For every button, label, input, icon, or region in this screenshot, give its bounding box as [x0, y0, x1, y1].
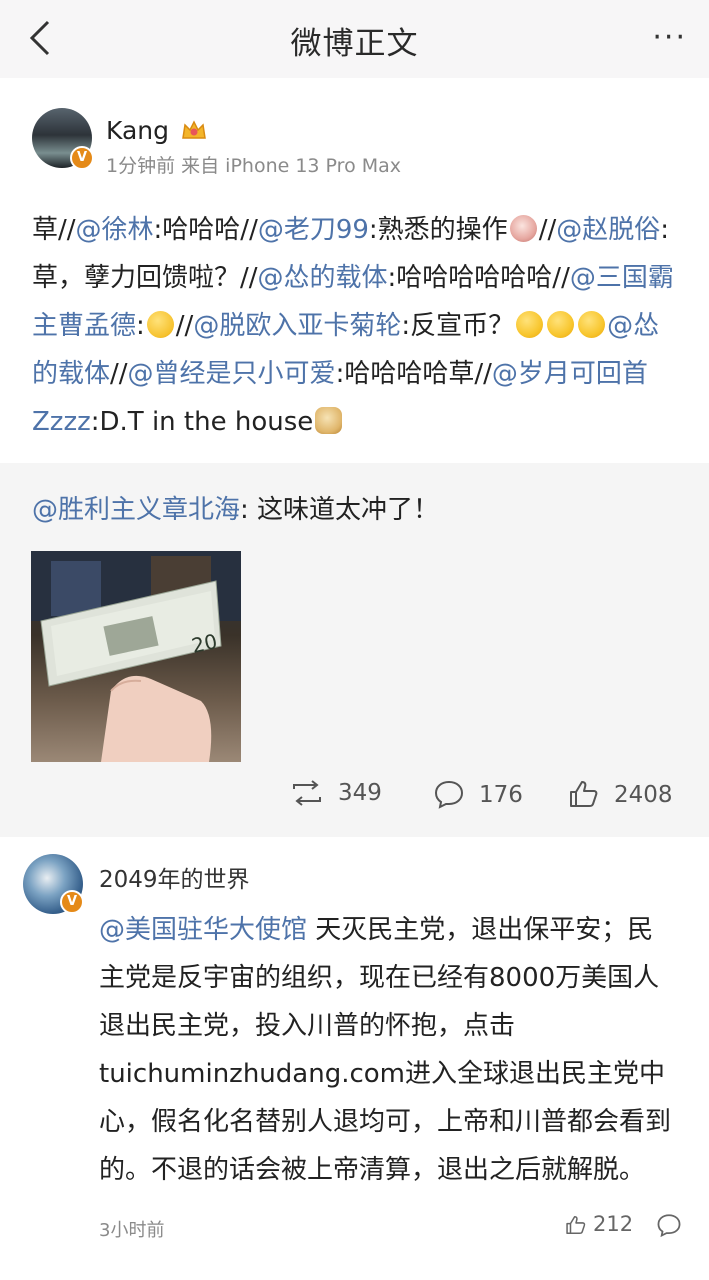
like-stat[interactable]: 2408 [568, 779, 673, 809]
thumbs-up-icon [566, 1215, 586, 1235]
mention-link[interactable]: @曾经是只小可爱 [128, 359, 336, 389]
mention-link[interactable]: @怂的载体 [258, 263, 388, 293]
post-text-segment: // [110, 359, 128, 389]
repost-stat[interactable]: 349 [290, 779, 382, 807]
post-text-segment: : [136, 311, 145, 341]
post-meta: 1分钟前 来自 iPhone 13 Pro Max [106, 155, 402, 177]
verified-badge-icon: V [70, 146, 94, 170]
top-nav-bar: 微博正文 ··· [0, 0, 709, 78]
smile-emoji-icon [578, 311, 606, 338]
reply-icon[interactable] [656, 1212, 682, 1238]
post-text-segment: :哈哈哈// [153, 215, 258, 245]
comment-body: 天灭民主党，退出保平安；民主党是反宇宙的组织，现在已经有8000万美国人退出民主… [99, 915, 672, 1185]
repost-icon [293, 780, 321, 806]
repost-photo[interactable]: 20 [31, 551, 241, 762]
post-text-segment: :熟悉的操作 [368, 215, 508, 245]
comment-time: 3小时前 [99, 1220, 165, 1241]
repost-count: 349 [338, 780, 382, 806]
repost-text: @胜利主义章北海: 这味道太冲了！ [32, 489, 439, 526]
doge-emoji-icon [315, 407, 343, 434]
comment-icon [434, 780, 464, 809]
repost-content: : 这味道太冲了！ [240, 495, 440, 525]
svg-text:20: 20 [189, 629, 219, 658]
verified-badge-icon: V [60, 890, 84, 914]
mention-link[interactable]: @徐林 [76, 215, 154, 245]
mention-link[interactable]: @赵脱俗 [556, 215, 660, 245]
comment-mention[interactable]: @美国驻华大使馆 [99, 915, 307, 945]
post-text-segment: 草// [32, 215, 76, 245]
smile-emoji-icon [547, 311, 575, 338]
commenter-username[interactable]: 2049年的世界 [99, 860, 250, 894]
repost-card[interactable]: @胜利主义章北海: 这味道太冲了！ 20 349 176 2408 [0, 463, 709, 837]
shock-emoji-icon [509, 215, 537, 242]
more-icon[interactable]: ··· [652, 20, 687, 55]
mention-link[interactable]: @脱欧入亚卡菊轮 [193, 311, 401, 341]
post-text-segment: :D.T in the house [90, 407, 314, 437]
thumbs-up-icon [570, 781, 598, 807]
post-username[interactable]: Kang [106, 116, 169, 145]
post-text: 草//@徐林:哈哈哈//@老刀99:熟悉的操作//@赵脱俗:草，孽力回馈啦？//… [32, 206, 682, 446]
mention-link[interactable]: @老刀99 [258, 215, 369, 245]
comment-stat[interactable]: 176 [433, 779, 523, 809]
like-count: 2408 [614, 782, 673, 808]
post-text-segment: // [175, 311, 194, 341]
post-text-segment: :哈哈哈哈哈哈// [387, 263, 570, 293]
page-title: 微博正文 [290, 26, 419, 62]
post-text-segment: :哈哈哈哈草// [335, 359, 492, 389]
laugh-emoji-icon [146, 311, 174, 338]
post-text-segment: :反宣币？ [401, 311, 515, 341]
comment-count: 176 [479, 782, 523, 808]
crown-badge-icon [182, 120, 206, 139]
comment-like-count: 212 [593, 1212, 634, 1236]
post-text-segment: // [538, 215, 557, 245]
repost-author-mention[interactable]: @胜利主义章北海 [32, 495, 240, 525]
comment-like-button[interactable]: 212 [565, 1212, 633, 1236]
smile-emoji-icon [516, 311, 544, 338]
comment-text: @美国驻华大使馆 天灭民主党，退出保平安；民主党是反宇宙的组织，现在已经有800… [99, 906, 679, 1194]
